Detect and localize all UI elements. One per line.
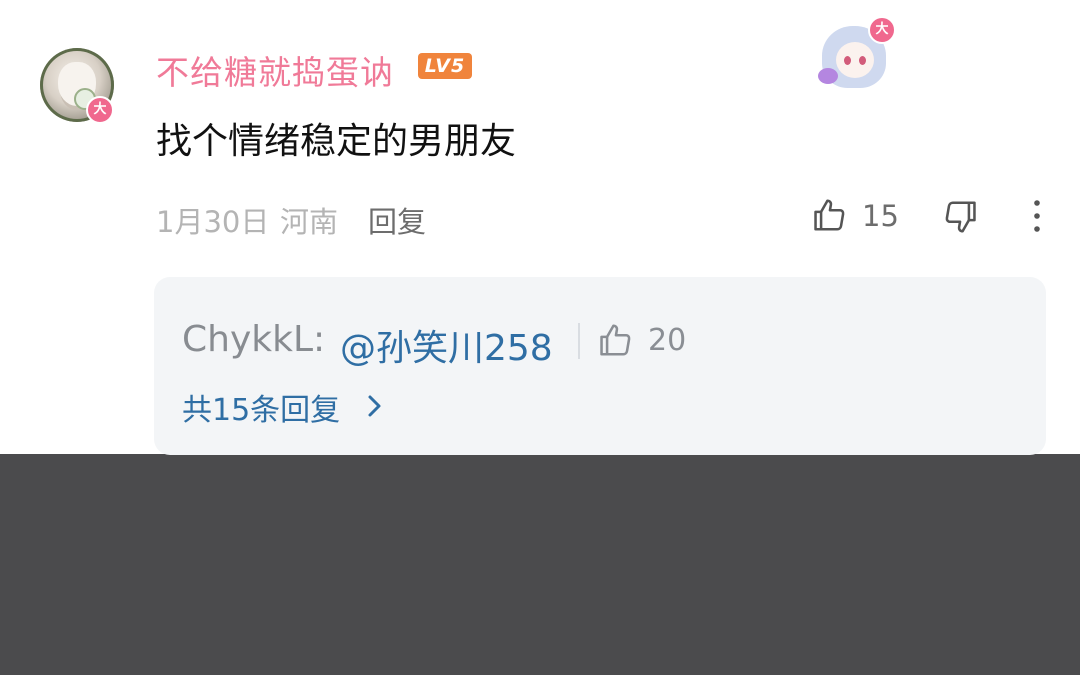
user-avatar[interactable]: 大 <box>40 48 114 124</box>
reply-divider <box>578 323 580 359</box>
like-count: 15 <box>862 199 899 233</box>
avatar-badge: 大 <box>86 96 114 124</box>
vertical-dots-icon[interactable] <box>1026 198 1048 234</box>
op-badge: 大 <box>868 16 896 44</box>
view-all-replies-link[interactable]: 共15条回复 <box>182 385 340 429</box>
thumbs-up-icon[interactable] <box>810 196 848 234</box>
comment-region: 河南 <box>280 205 339 239</box>
sticker-bow <box>818 68 838 84</box>
reply-mention-link[interactable]: @孙笑川258 <box>340 319 553 371</box>
app-screen: 大 不给糖就捣蛋讷 LV5 大 找个情绪稳定的男朋友 1月30日 河南 回复 1… <box>0 0 1080 675</box>
sticker-face <box>836 42 874 78</box>
reply-preview-box[interactable]: ChykkL: @孙笑川258 20 共15条回复 <box>154 277 1046 455</box>
reply-author[interactable]: ChykkL: <box>182 319 325 360</box>
op-sticker-icon: 大 <box>816 14 896 94</box>
comment-date: 1月30日 <box>156 205 270 239</box>
sticker-eye-left <box>844 56 851 65</box>
chevron-right-icon[interactable] <box>362 391 386 421</box>
sticker-eye-right <box>859 56 866 65</box>
level-badge: LV5 <box>418 53 472 79</box>
reply-like-count: 20 <box>648 323 687 358</box>
reply-button[interactable]: 回复 <box>368 199 426 241</box>
thumbs-up-icon[interactable] <box>596 321 634 359</box>
comment-panel: 大 不给糖就捣蛋讷 LV5 大 找个情绪稳定的男朋友 1月30日 河南 回复 1… <box>0 0 1080 455</box>
username[interactable]: 不给糖就捣蛋讷 <box>156 46 394 94</box>
thumbs-down-icon[interactable] <box>942 198 980 236</box>
comment-text: 找个情绪稳定的男朋友 <box>156 121 517 162</box>
